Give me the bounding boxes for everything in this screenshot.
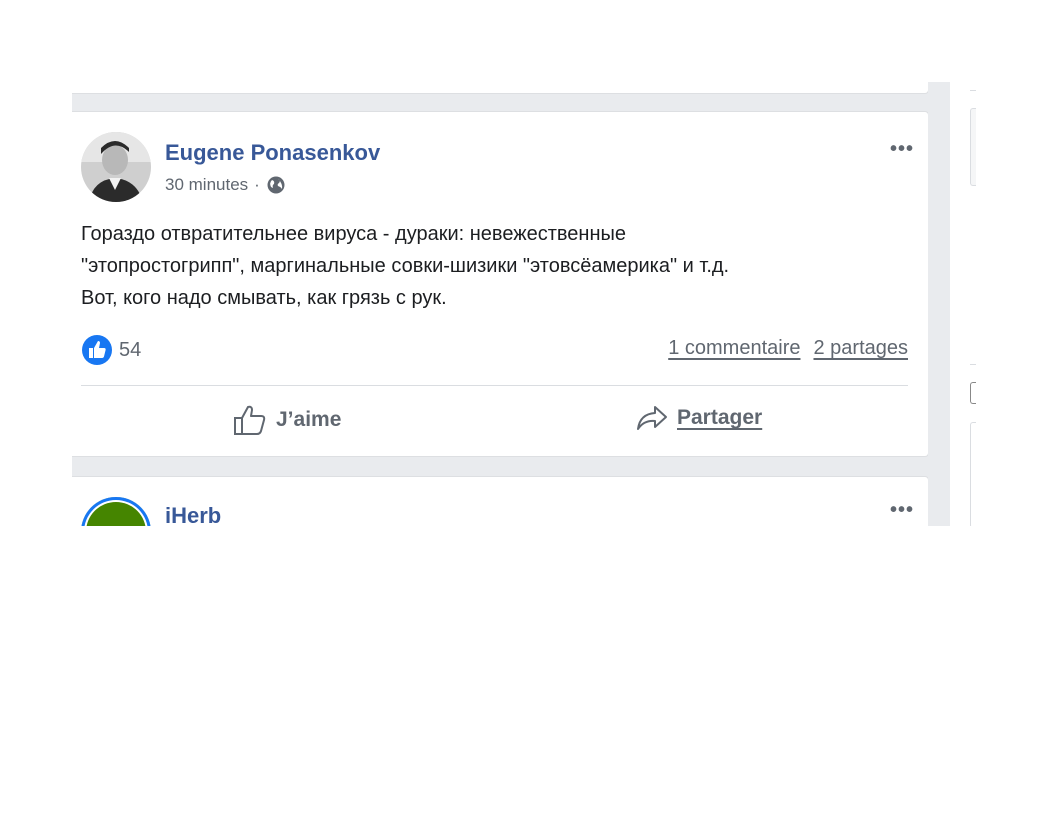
like-reaction-icon (82, 335, 112, 365)
sidebar-box (970, 108, 976, 186)
author-avatar[interactable] (81, 497, 151, 526)
post-menu-button[interactable]: ••• (890, 138, 914, 161)
right-sidebar (950, 82, 976, 526)
post-text-line: Вот, кого надо смывать, как грязь с рук. (81, 287, 447, 309)
like-label: J’aime (276, 408, 342, 431)
comments-link[interactable]: 1 commentaire (668, 337, 800, 360)
post-time[interactable]: 30 minutes (165, 175, 248, 195)
post-meta: 30 minutes · (165, 175, 286, 195)
post-menu-button[interactable]: ••• (890, 499, 914, 522)
meta-separator: · (254, 175, 260, 194)
feed-viewport: Eugene Ponasenkov 30 minutes · ••• Гораз… (72, 82, 976, 526)
thumbs-up-icon (234, 405, 266, 435)
engagement-counts: 1 commentaire 2 partages (668, 337, 908, 360)
author-avatar[interactable] (81, 132, 151, 202)
post-text: Гораздо отвратительнее вируса - дураки: … (81, 218, 901, 314)
sidebar-box (970, 422, 976, 526)
sidebar-divider (970, 364, 976, 365)
actions-divider (81, 385, 908, 386)
author-name[interactable]: Eugene Ponasenkov (165, 140, 380, 166)
globe-icon[interactable] (266, 175, 286, 195)
share-button[interactable]: Partager (635, 403, 762, 433)
post-card: iHerb ••• (72, 477, 928, 526)
post-card: Eugene Ponasenkov 30 minutes · ••• Гораз… (72, 112, 928, 456)
sidebar-divider (970, 90, 976, 91)
share-arrow-icon (637, 406, 667, 430)
column-gutter (928, 82, 950, 526)
previous-post-card-edge (72, 82, 928, 93)
shares-link[interactable]: 2 partages (813, 337, 908, 360)
author-name[interactable]: iHerb (165, 503, 221, 526)
like-button[interactable]: J’aime (232, 403, 341, 437)
avatar-photo (81, 132, 151, 202)
reactions-summary[interactable]: 54 (81, 334, 141, 366)
sidebar-item[interactable] (970, 382, 976, 404)
reaction-count: 54 (119, 338, 142, 361)
post-text-line: Гораздо отвратительнее вируса - дураки: … (81, 223, 626, 245)
share-label: Partager (677, 406, 763, 429)
post-text-line: "этопростогрипп", маргинальные совки-шиз… (81, 255, 730, 277)
